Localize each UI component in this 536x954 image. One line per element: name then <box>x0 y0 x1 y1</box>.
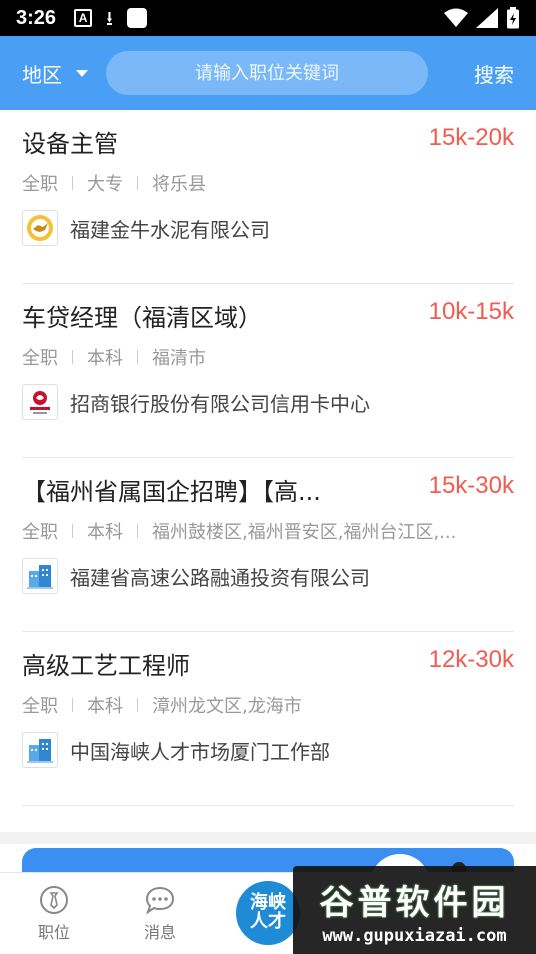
company-row: 中国海峡人才市场厦门工作部 <box>22 732 330 768</box>
job-building-logo-icon <box>22 558 58 594</box>
job-type: 全职 <box>22 522 58 543</box>
job-education: 大专 <box>87 174 123 195</box>
nav-jobs-label: 职位 <box>37 923 70 942</box>
company-name: 中国海峡人才市场厦门工作部 <box>70 739 330 764</box>
job-education: 本科 <box>87 522 123 543</box>
job-list: 设备主管 15k-20k 全职 大专 将乐县 福建金牛水泥有限公司 车贷经理（福… <box>0 110 536 806</box>
job-location: 福清市 <box>152 348 206 369</box>
tag-divider <box>72 524 73 538</box>
job-title: 【福州省属国企招聘】【高... <box>22 478 321 506</box>
nav-home-logo-button[interactable]: 海峡 人才 <box>236 881 300 945</box>
nav-jobs[interactable]: 职位 <box>14 885 94 943</box>
job-title: 设备主管 <box>22 130 118 158</box>
search-button[interactable]: 搜索 <box>474 59 514 88</box>
app-notification-icon <box>127 8 148 28</box>
job-card[interactable]: 【福州省属国企招聘】【高... 15k-30k 全职 本科 福州鼓楼区,福州晋安… <box>22 458 514 632</box>
company-name: 福建金牛水泥有限公司 <box>70 217 270 242</box>
company-name: 福建省高速公路融通投资有限公司 <box>70 565 370 590</box>
job-card[interactable]: 设备主管 15k-20k 全职 大专 将乐县 福建金牛水泥有限公司 <box>22 110 514 284</box>
job-salary: 12k-30k <box>428 646 514 673</box>
job-education: 本科 <box>87 348 123 369</box>
signal-icon <box>476 8 498 28</box>
company-name: 招商银行股份有限公司信用卡中心 <box>70 391 370 416</box>
job-tags: 全职 本科 福清市 <box>22 344 514 370</box>
company-row: 福建省高速公路融通投资有限公司 <box>22 558 370 594</box>
cmb-logo-icon <box>22 384 58 420</box>
job-salary: 15k-20k <box>428 124 514 151</box>
section-divider <box>0 832 536 844</box>
job-title: 高级工艺工程师 <box>22 652 190 680</box>
tag-divider <box>137 350 138 364</box>
region-selector[interactable]: 地区 <box>0 36 106 110</box>
job-location: 将乐县 <box>152 174 206 195</box>
tag-divider <box>137 176 138 190</box>
watermark-brand: 谷普软件园 <box>319 882 510 923</box>
job-tags: 全职 大专 将乐县 <box>22 170 514 196</box>
company-row: 招商银行股份有限公司信用卡中心 <box>22 384 370 420</box>
job-card[interactable]: 车贷经理（福清区域） 10k-15k 全职 本科 福清市 招商银行股份有限公司信… <box>22 284 514 458</box>
job-location: 漳州龙文区,龙海市 <box>152 696 302 717</box>
download-icon: ⭳ <box>106 6 114 30</box>
tie-icon <box>40 886 68 914</box>
job-card[interactable]: 高级工艺工程师 12k-30k 全职 本科 漳州龙文区,龙海市 中国海峡人才市场… <box>22 632 514 806</box>
job-type: 全职 <box>22 174 58 195</box>
golden-bull-logo-icon <box>22 210 58 246</box>
battery-icon <box>507 7 519 29</box>
tag-divider <box>72 698 73 712</box>
job-education: 本科 <box>87 696 123 717</box>
job-location: 福州鼓楼区,福州晋安区,福州台江区,... <box>152 522 457 543</box>
top-header: 地区 搜索 <box>0 36 536 110</box>
region-label: 地区 <box>22 62 62 87</box>
watermark-url: www.gupuxiazai.com <box>322 925 507 946</box>
caret-down-icon <box>76 69 88 77</box>
job-tags: 全职 本科 漳州龙文区,龙海市 <box>22 692 514 718</box>
tag-divider <box>72 350 73 364</box>
job-type: 全职 <box>22 696 58 717</box>
status-time: 3:26 <box>16 6 57 29</box>
job-tags: 全职 本科 福州鼓楼区,福州晋安区,福州台江区,... <box>22 518 514 544</box>
wifi-icon <box>444 8 468 27</box>
job-salary: 10k-15k <box>428 298 514 325</box>
job-salary: 15k-30k <box>428 472 514 499</box>
logo-line-2: 人才 <box>250 911 286 932</box>
company-row: 福建金牛水泥有限公司 <box>22 210 270 246</box>
watermark: 谷普软件园 www.gupuxiazai.com <box>293 866 536 954</box>
search-input[interactable] <box>106 51 428 95</box>
nav-messages[interactable]: 消息 <box>120 885 200 943</box>
status-bar: 3:26 A ⭳ <box>0 0 536 36</box>
tag-divider <box>72 176 73 190</box>
chat-bubble-icon <box>145 886 175 915</box>
tag-divider <box>137 698 138 712</box>
tag-divider <box>137 524 138 538</box>
nav-messages-label: 消息 <box>143 923 176 942</box>
job-building-logo-icon <box>22 732 58 768</box>
notification-a-icon: A <box>74 9 93 27</box>
job-title: 车贷经理（福清区域） <box>22 304 262 332</box>
job-type: 全职 <box>22 348 58 369</box>
